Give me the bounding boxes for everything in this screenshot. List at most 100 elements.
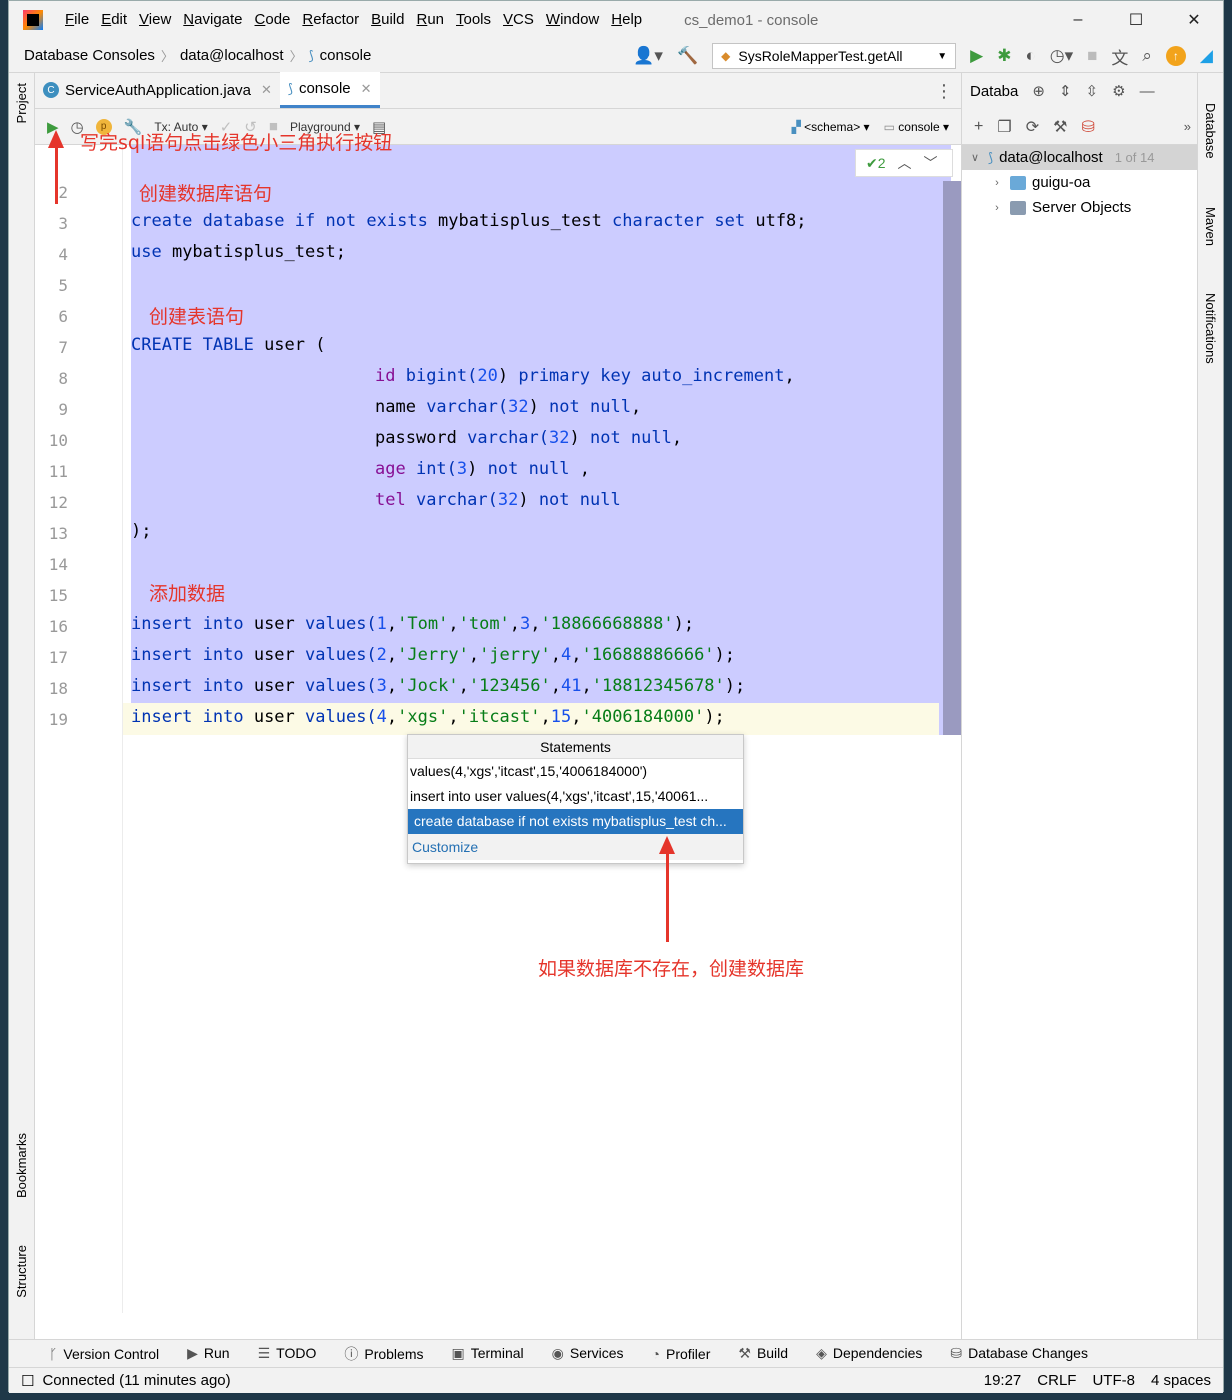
tool-database-changes[interactable]: ⛁ Database Changes xyxy=(950,1345,1088,1362)
database-icon[interactable]: ⛁ xyxy=(1081,117,1094,137)
minimize-button[interactable]: – xyxy=(1049,1,1107,39)
user-icon[interactable]: 👤▾ xyxy=(633,46,663,66)
caret-position[interactable]: 19:27 xyxy=(984,1372,1022,1389)
menu-view[interactable]: View xyxy=(133,1,177,39)
maven-tool-button[interactable]: Maven xyxy=(1203,207,1218,246)
tool-terminal[interactable]: ▣ Terminal xyxy=(452,1345,524,1362)
menu-window[interactable]: Window xyxy=(540,1,605,39)
terminal-icon: ▣ xyxy=(451,1345,465,1361)
breadcrumb-datasource[interactable]: data@localhost xyxy=(180,47,284,64)
collapse-all-icon[interactable]: ⇳ xyxy=(1086,82,1099,100)
more-icon[interactable]: » xyxy=(1184,119,1191,134)
line-separator[interactable]: CRLF xyxy=(1037,1372,1076,1389)
close-button[interactable]: ✕ xyxy=(1165,1,1223,39)
run-config-selector[interactable]: ◆ SysRoleMapperTest.getAll ▼ xyxy=(712,43,957,69)
chevron-right-icon[interactable]: › xyxy=(990,202,1004,214)
jetbrains-icon[interactable]: ◢ xyxy=(1200,46,1213,66)
window-title: cs_demo1 - console xyxy=(684,11,819,29)
search-icon[interactable]: ⌕ xyxy=(1142,46,1152,66)
code-line-9: name varchar(32) not null, xyxy=(375,397,641,417)
database-tool-button[interactable]: Database xyxy=(1203,103,1218,159)
tool-dependencies[interactable]: ◈ Dependencies xyxy=(816,1345,922,1362)
connection-status[interactable]: ☐ Connected (11 minutes ago) xyxy=(21,1372,231,1390)
chevron-right-icon: 〉 xyxy=(289,49,303,64)
tree-item-schema[interactable]: › guigu-oa xyxy=(962,170,1199,195)
bookmarks-tool-button[interactable]: Bookmarks xyxy=(14,1133,29,1198)
tab-service-auth-application[interactable]: C ServiceAuthApplication.java ✕ xyxy=(35,72,280,108)
stop-icon[interactable]: ■ xyxy=(1087,46,1097,66)
chevron-down-icon[interactable]: ∨ xyxy=(968,151,982,164)
statement-option-selected[interactable]: create database if not exists mybatisplu… xyxy=(408,809,743,834)
session-selector[interactable]: ▭ console ▾ xyxy=(884,120,949,134)
structure-tool-button[interactable]: Structure xyxy=(14,1245,29,1298)
customize-link[interactable]: Customize xyxy=(408,834,743,860)
menu-tools[interactable]: Tools xyxy=(450,1,497,39)
statement-option[interactable]: values(4,'xgs','itcast',15,'4006184000') xyxy=(408,759,743,784)
line-number: 17 xyxy=(48,648,68,667)
menu-help[interactable]: Help xyxy=(605,1,648,39)
menu-code[interactable]: Code xyxy=(249,1,297,39)
menu-refactor[interactable]: Refactor xyxy=(296,1,365,39)
menu-edit[interactable]: Edit xyxy=(95,1,133,39)
file-encoding[interactable]: UTF-8 xyxy=(1092,1372,1135,1389)
close-tab-icon[interactable]: ✕ xyxy=(261,82,272,98)
menu-run[interactable]: Run xyxy=(410,1,450,39)
project-tool-button[interactable]: Project xyxy=(14,83,29,123)
update-icon[interactable]: ↑ xyxy=(1165,46,1186,66)
menu-navigate[interactable]: Navigate xyxy=(177,1,248,39)
chevron-right-icon: 〉 xyxy=(160,49,174,64)
menu-file[interactable]: File xyxy=(59,1,95,39)
code-line-4: use mybatisplus_test; xyxy=(131,242,346,262)
more-options-icon[interactable]: ⋮ xyxy=(935,81,953,102)
tab-console[interactable]: ⟆ console ✕ xyxy=(279,72,380,108)
gear-icon[interactable]: ⚙ xyxy=(1112,82,1125,100)
tool-build[interactable]: ⚒ Build xyxy=(738,1345,788,1362)
annotation-run-hint: 写完sql语句点击绿色小三角执行按钮 xyxy=(80,132,393,154)
code-content[interactable]: ✔2 ︿ ﹀ 创建数据库语句 create database if not ex… xyxy=(123,145,961,1313)
maximize-button[interactable]: ☐ xyxy=(1107,1,1165,39)
close-tab-icon[interactable]: ✕ xyxy=(361,81,372,97)
copy-icon[interactable]: ❐ xyxy=(997,117,1011,137)
inspection-widget[interactable]: ✔2 ︿ ﹀ xyxy=(855,149,953,177)
notifications-tool-button[interactable]: Notifications xyxy=(1203,293,1218,364)
chevron-right-icon[interactable]: › xyxy=(990,177,1004,189)
menu-vcs[interactable]: VCS xyxy=(497,1,540,39)
console-context: ▞ <schema> ▾ ▭ console ▾ xyxy=(792,109,949,145)
profile-icon[interactable]: ◷▾ xyxy=(1050,46,1073,66)
tool-profiler[interactable]: ◔ Profiler xyxy=(652,1346,711,1362)
token: 3 xyxy=(456,459,468,479)
menu-build[interactable]: Build xyxy=(365,1,410,39)
tool-problems[interactable]: ⓘ Problems xyxy=(344,1344,423,1364)
breadcrumb-console[interactable]: console xyxy=(320,47,372,64)
translate-icon[interactable]: 文 xyxy=(1111,44,1128,69)
token: ) xyxy=(528,397,550,417)
tool-services[interactable]: ◉ Services xyxy=(552,1345,624,1362)
add-icon[interactable]: + xyxy=(974,118,983,136)
sql-editor[interactable]: 2 3 4 5 6 7 8 9 10 11 12 13 14 15 16 17 … xyxy=(35,145,961,1313)
chevron-up-icon[interactable]: ︿ xyxy=(898,153,912,173)
hide-icon[interactable]: — xyxy=(1140,83,1155,100)
tool-run[interactable]: ▶ Run xyxy=(187,1345,229,1362)
tool-version-control[interactable]: ᚴ Version Control xyxy=(49,1346,159,1362)
target-icon[interactable]: ⊕ xyxy=(1032,82,1045,100)
coverage-icon[interactable]: ◐ xyxy=(1025,46,1035,66)
statement-option[interactable]: insert into user values(4,'xgs','itcast'… xyxy=(408,784,743,809)
refresh-icon[interactable]: ⟳ xyxy=(1026,117,1039,137)
tree-item-datasource[interactable]: ∨ ⟆ data@localhost 1 of 14 xyxy=(962,145,1199,170)
services-icon: ◉ xyxy=(551,1345,564,1361)
tool-label: Version Control xyxy=(63,1345,160,1362)
editor-scrollbar[interactable] xyxy=(943,181,961,735)
annotation-insert: 添加数据 xyxy=(149,583,226,605)
hammer-icon[interactable]: 🔨 xyxy=(677,46,698,66)
run-icon[interactable]: ▶ xyxy=(970,46,983,66)
tool-todo[interactable]: ☰ TODO xyxy=(258,1345,317,1362)
breadcrumb-database-consoles[interactable]: Database Consoles xyxy=(24,47,155,64)
token: ) xyxy=(497,366,519,386)
tree-item-server-objects[interactable]: › Server Objects xyxy=(962,195,1199,220)
debug-icon[interactable]: ✱ xyxy=(997,46,1011,66)
indent-setting[interactable]: 4 spaces xyxy=(1151,1372,1211,1389)
expand-all-icon[interactable]: ⇕ xyxy=(1059,82,1072,100)
properties-icon[interactable]: ⚒ xyxy=(1053,117,1067,137)
chevron-down-icon[interactable]: ﹀ xyxy=(924,153,938,173)
schema-selector[interactable]: ▞ <schema> ▾ xyxy=(792,120,870,134)
